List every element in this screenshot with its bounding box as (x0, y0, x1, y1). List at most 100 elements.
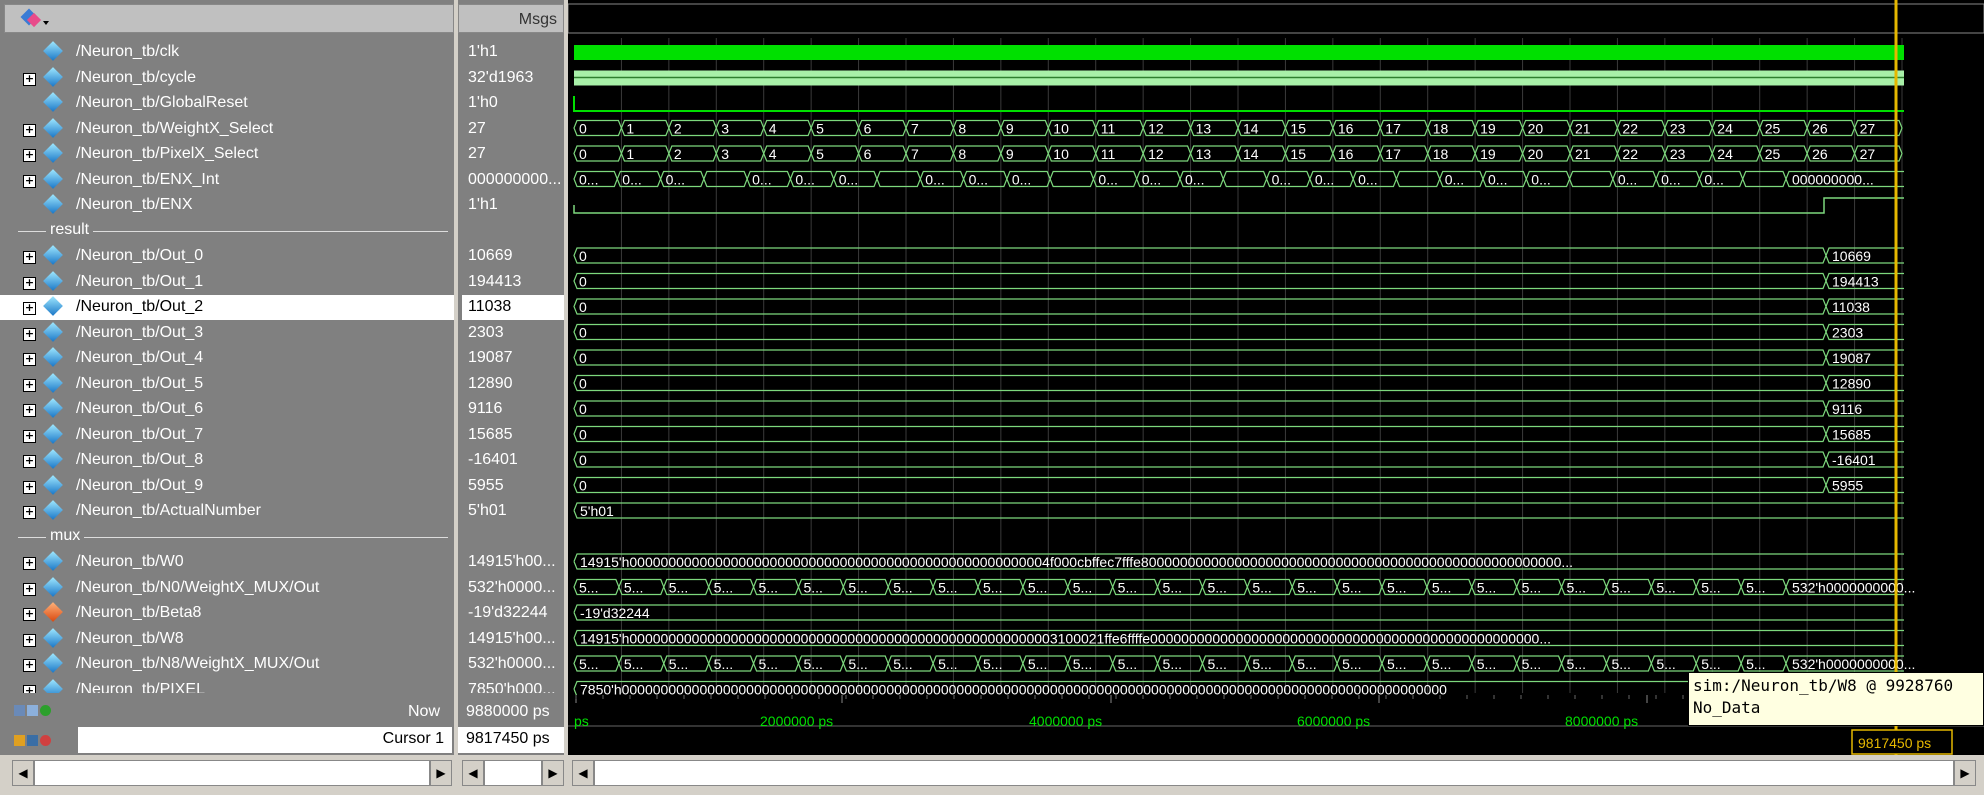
expand-icon[interactable]: + (23, 174, 36, 188)
signal-values-pane[interactable]: Msgs 1'h1 32'd1963 1'h0 27 27 000000000... 1'h… (458, 0, 568, 755)
signal-value[interactable]: 12890 (462, 372, 568, 397)
values-scroll-right-icon[interactable]: ▶ (542, 760, 564, 786)
signal-row[interactable]: + /Neuron_tb/N8/WeightX_MUX/Out (0, 652, 458, 677)
wave-hscrollbar[interactable] (594, 760, 1954, 786)
wave-dropdown-icon[interactable] (19, 7, 49, 31)
expand-icon[interactable]: + (23, 378, 36, 392)
scroll-right-icon[interactable]: ▶ (430, 760, 452, 786)
signal-diamond-icon (43, 194, 63, 214)
signal-row[interactable]: + /Neuron_tb/Out_1 (0, 270, 458, 295)
signal-row[interactable]: + /Neuron_tb/ENX_Int (0, 168, 458, 193)
signal-row[interactable]: + /Neuron_tb/Out_2 (0, 295, 458, 320)
expand-icon[interactable]: + (23, 608, 36, 621)
signal-row[interactable]: /Neuron_tb/clk (0, 40, 458, 65)
expand-icon[interactable]: + (23, 327, 36, 341)
signal-name: /Neuron_tb/Beta8 (76, 604, 202, 621)
waveform-pane[interactable]: 0 1 2 3 4 5 6 7 8 9 10 11 12 13 14 15 16 17 18 19 20 21 22 23 24… (567, 0, 1984, 760)
signal-row[interactable]: + /Neuron_tb/WeightX_Select (0, 117, 458, 142)
expand-icon[interactable]: + (23, 633, 36, 647)
signal-diamond-icon (43, 372, 63, 393)
group-result[interactable]: result (0, 219, 458, 244)
signal-row[interactable]: + /Neuron_tb/Out_3 (0, 321, 458, 346)
signal-value[interactable]: 27 (462, 117, 568, 142)
signal-row[interactable]: /Neuron_tb/GlobalReset (0, 91, 458, 116)
group-mux[interactable]: mux (0, 525, 458, 550)
signal-row[interactable]: + /Neuron_tb/W8 (0, 627, 458, 652)
signal-value[interactable]: 14915'h00... (462, 550, 568, 575)
expand-icon[interactable]: + (23, 123, 36, 137)
signal-value[interactable]: -16401 (462, 448, 568, 473)
values-scroll-left-icon[interactable]: ◀ (462, 760, 484, 786)
bus-long (573, 604, 1904, 621)
signal-value[interactable]: 1'h0 (462, 91, 568, 116)
wave-scroll-left-icon[interactable]: ◀ (572, 760, 594, 786)
signal-row[interactable]: + /Neuron_tb/ActualNumber (0, 499, 458, 524)
wave-scroll-right-icon[interactable]: ▶ (1954, 760, 1976, 786)
expand-icon[interactable]: + (23, 72, 36, 86)
bus-segment (1049, 170, 1095, 188)
expand-icon[interactable]: + (23, 302, 36, 315)
expand-icon[interactable]: + (23, 404, 36, 417)
signal-value[interactable]: 7850'h000... (462, 678, 568, 694)
cursor-name-field[interactable]: Cursor 1 (78, 727, 452, 753)
signal-value[interactable]: 1'h1 (462, 40, 568, 65)
signal-value[interactable]: 9116 (462, 397, 568, 422)
expand-icon[interactable]: + (23, 149, 36, 162)
signal-row[interactable]: + /Neuron_tb/PIXEL (0, 678, 458, 693)
signal-row[interactable]: /Neuron_tb/ENX (0, 193, 458, 218)
expand-icon[interactable]: + (23, 684, 36, 693)
expand-icon[interactable]: + (23, 557, 36, 570)
signal-diamond-icon (43, 347, 63, 367)
signal-row[interactable]: + /Neuron_tb/Out_6 (0, 397, 458, 422)
expand-icon[interactable]: + (23, 582, 36, 596)
signal-name: /Neuron_tb/Out_3 (76, 323, 204, 341)
out-initial-value: 0 (579, 452, 587, 468)
signal-value[interactable]: 11038 (462, 295, 568, 320)
expand-icon[interactable]: + (23, 251, 36, 264)
expand-icon[interactable]: + (23, 659, 36, 672)
expand-icon[interactable]: + (23, 429, 36, 443)
signal-row[interactable]: + /Neuron_tb/PixelX_Select (0, 142, 458, 167)
signal-value[interactable]: 2303 (462, 321, 568, 346)
signal-row[interactable]: + /Neuron_tb/Out_9 (0, 474, 458, 499)
signal-value[interactable]: 5955 (462, 474, 568, 499)
lock-icon[interactable] (14, 733, 60, 747)
signal-row[interactable]: + /Neuron_tb/N0/WeightX_MUX/Out (0, 576, 458, 601)
cursor-toolbar-icon[interactable] (14, 703, 56, 717)
waveform-canvas[interactable]: 0 1 2 3 4 5 6 7 8 9 10 11 12 13 14 15 16 17 18 19 20 21 22 23 24… (567, 0, 1984, 760)
signal-value[interactable]: 532'h0000... (462, 652, 568, 677)
expand-icon[interactable]: + (23, 455, 36, 468)
signal-row[interactable]: + /Neuron_tb/Out_7 (0, 423, 458, 448)
signal-value[interactable]: 194413 (462, 270, 568, 295)
bus-segment (1568, 170, 1614, 188)
scroll-left-icon[interactable]: ◀ (12, 760, 34, 786)
expand-icon[interactable]: + (23, 506, 36, 519)
signal-value[interactable]: 5'h01 (462, 499, 568, 524)
signal-value[interactable]: 10669 (462, 244, 568, 269)
signal-names-pane[interactable]: /Neuron_tb/clk + /Neuron_tb/cycle/Neuron_t… (0, 0, 458, 755)
signal-value[interactable]: 15685 (462, 423, 568, 448)
signal-value[interactable]: -19'd32244 (462, 601, 568, 626)
signal-row[interactable]: + /Neuron_tb/cycle (0, 66, 458, 91)
signal-value[interactable]: 32'd1963 (462, 66, 568, 91)
signal-diamond-icon (43, 449, 63, 469)
expand-icon[interactable]: + (23, 276, 36, 290)
signal-row[interactable]: + /Neuron_tb/Beta8 (0, 601, 458, 626)
signal-value[interactable]: 000000000... (462, 168, 568, 193)
bus-segment (876, 170, 921, 188)
signal-value[interactable]: 1'h1 (462, 193, 568, 218)
expand-icon[interactable]: + (23, 353, 36, 366)
select-value: 10 (1053, 121, 1069, 137)
names-hscrollbar[interactable] (34, 760, 430, 786)
expand-icon[interactable]: + (23, 480, 36, 494)
signal-value[interactable]: 14915'h00... (462, 627, 568, 652)
signal-value[interactable]: 19087 (462, 346, 568, 371)
signal-value[interactable]: 27 (462, 142, 568, 167)
signal-row[interactable]: + /Neuron_tb/Out_0 (0, 244, 458, 269)
signal-row[interactable]: + /Neuron_tb/Out_4 (0, 346, 458, 371)
signal-value[interactable]: 532'h0000... (462, 576, 568, 601)
values-hscrollbar[interactable] (484, 760, 542, 786)
signal-row[interactable]: + /Neuron_tb/Out_5 (0, 372, 458, 397)
signal-row[interactable]: + /Neuron_tb/W0 (0, 550, 458, 575)
signal-row[interactable]: + /Neuron_tb/Out_8 (0, 448, 458, 473)
